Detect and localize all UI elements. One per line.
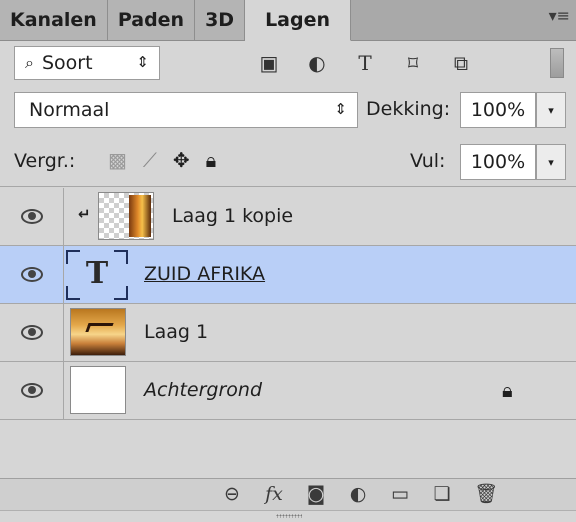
lock-brush-icon[interactable]: ⟋ [143,148,157,172]
updown-arrows-icon: ⇕ [334,100,347,118]
link-layers-icon[interactable]: ⊖ [222,483,242,505]
trash-icon[interactable]: 🗑︎ [474,482,498,505]
panel-tab-bar: Kanalen Paden 3D Lagen ▾≡ [0,0,576,41]
tab-kanalen[interactable]: Kanalen [0,0,108,40]
tab-3d[interactable]: 3D [195,0,246,40]
layer-row[interactable]: T ZUID AFRIKA [0,246,576,304]
adjustment-filter-icon[interactable]: ◐ [306,51,328,75]
thumbnail-image [129,195,151,237]
layer-name[interactable]: Achtergrond [144,379,262,401]
visibility-toggle[interactable] [0,246,64,303]
lock-transparency-icon[interactable]: ▩ [108,148,127,172]
eye-icon [20,325,43,340]
new-group-icon[interactable]: ▭ [390,483,410,505]
search-icon: ⌕ [25,53,34,72]
layer-row[interactable]: Achtergrond 🔒︎ [0,362,576,420]
new-adjustment-icon[interactable]: ◐ [348,483,368,505]
filter-icons: ▣ ◐ T ⌑ ⧉ [258,48,472,78]
layers-panel: Kanalen Paden 3D Lagen ▾≡ ⌕ Soort ⇕ ▣ ◐ … [0,0,576,522]
layer-row[interactable]: Laag 1 [0,304,576,362]
lock-label: Vergr.: [14,150,76,172]
layer-name[interactable]: ZUID AFRIKA [144,263,265,285]
clipping-arrow-icon: ↵ [78,205,91,223]
layer-thumbnail[interactable] [70,366,126,414]
fill-input[interactable]: 100% [460,144,536,180]
add-mask-icon[interactable]: ◙ [306,483,326,505]
lock-all-icon[interactable]: 🔒︎ [206,148,217,172]
new-layer-icon[interactable]: ❏ [432,483,452,505]
chevron-down-icon: ▾ [548,155,554,169]
smart-object-filter-icon[interactable]: ⧉ [450,51,472,75]
opacity-dropdown-button[interactable]: ▾ [536,92,566,128]
fx-icon[interactable]: fx [264,483,284,505]
eye-icon [20,383,43,398]
filter-row: ⌕ Soort ⇕ ▣ ◐ T ⌑ ⧉ [0,40,576,82]
tab-paden[interactable]: Paden [107,0,196,40]
blend-mode-value: Normaal [29,99,110,121]
tab-lagen[interactable]: Lagen [245,0,352,41]
kind-filter-label: Soort [41,52,93,74]
visibility-toggle[interactable] [0,188,64,245]
layers-bottom-bar: ⊖ fx ◙ ◐ ▭ ❏ 🗑︎ [0,478,576,511]
eye-icon [20,267,43,282]
lock-row: Vergr.: ▩ ⟋ ✥ 🔒︎ Vul: 100% ▾ [0,136,576,187]
grip-dots [276,514,302,518]
kind-filter-select[interactable]: ⌕ Soort ⇕ [14,46,160,80]
panel-menu-icon[interactable]: ▾≡ [549,6,570,25]
blend-row: Normaal ⇕ Dekking: 100% ▾ [0,84,576,134]
thumbnail-image [85,323,114,332]
layer-name[interactable]: Laag 1 kopie [172,205,293,227]
filter-toggle-switch[interactable] [550,48,564,78]
layer-thumbnail[interactable] [98,192,154,240]
layer-row[interactable]: ↵ Laag 1 kopie [0,188,576,246]
lock-position-icon[interactable]: ✥ [173,148,190,172]
eye-icon [20,209,43,224]
opacity-input[interactable]: 100% [460,92,536,128]
fill-dropdown-button[interactable]: ▾ [536,144,566,180]
visibility-toggle[interactable] [0,304,64,361]
bottom-icons: ⊖ fx ◙ ◐ ▭ ❏ 🗑︎ [222,482,498,506]
chevron-down-icon: ▾ [548,103,554,117]
updown-arrows-icon: ⇕ [136,53,149,71]
type-icon: T [85,256,109,291]
opacity-label: Dekking: [366,98,451,120]
fill-label: Vul: [410,150,446,172]
layer-name[interactable]: Laag 1 [144,321,208,343]
type-filter-icon[interactable]: T [354,51,376,75]
type-layer-thumbnail[interactable]: T [66,250,128,300]
layers-list: ↵ Laag 1 kopie T ZUID AFRIKA Laag 1 Acht… [0,188,576,478]
lock-icon: 🔒︎ [502,378,513,402]
blend-mode-select[interactable]: Normaal ⇕ [14,92,358,128]
lock-icons: ▩ ⟋ ✥ 🔒︎ [108,148,216,172]
image-filter-icon[interactable]: ▣ [258,51,280,75]
visibility-toggle[interactable] [0,362,64,419]
resize-grip[interactable] [0,510,576,522]
shape-filter-icon[interactable]: ⌑ [402,51,424,75]
layer-thumbnail[interactable] [70,308,126,356]
